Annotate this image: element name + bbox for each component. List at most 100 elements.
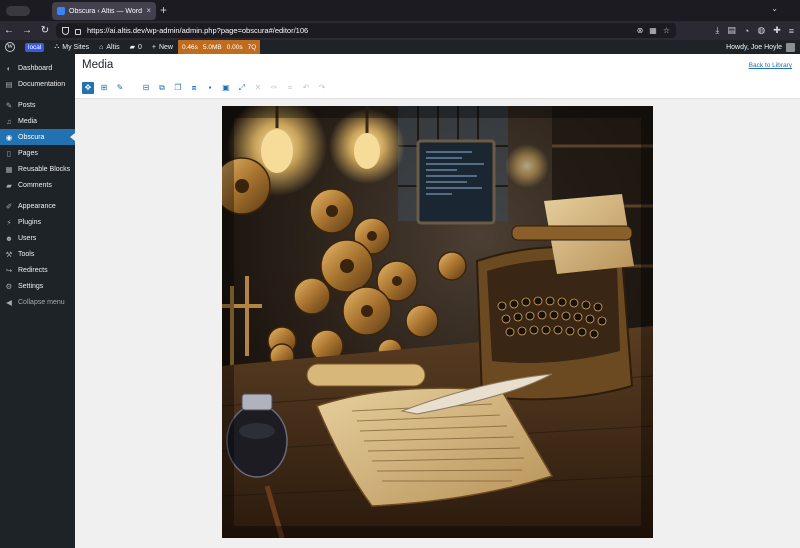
duplicate-icon[interactable]: ❐ [172,82,184,94]
admin-sidebar: ◐ Dashboard ▤ Documentation ✎ Posts ♫ Me… [0,54,75,548]
sidebar-item-label: Media [18,117,38,125]
browser-navbar: ← → ↻ https://ai.altis.dev/wp-admin/admi… [0,21,800,40]
delete-icon[interactable]: ✕ [252,82,264,94]
bookmark-star-icon[interactable]: ☆ [663,26,670,35]
address-bar[interactable]: https://ai.altis.dev/wp-admin/admin.php?… [56,23,676,38]
camera-icon: ◉ [5,132,13,142]
sidebar-item-label: Reusable Blocks [18,165,71,173]
window-controls[interactable] [6,6,30,16]
plus-icon: + [151,43,156,51]
steampunk-desk-image[interactable] [222,106,653,538]
undo-icon[interactable]: ↶ [300,82,312,94]
shield-icon[interactable] [62,26,69,35]
environment-badge: local [25,42,45,52]
crop-grid-icon[interactable]: ⊞ [98,82,110,94]
sidebar-item-label: Documentation [18,80,66,88]
wp-logo-menu[interactable]: W [0,40,20,54]
media-icon: ♫ [6,116,12,126]
sidebar-item-posts[interactable]: ✎ Posts [0,97,75,113]
page-icon: ▯ [6,148,12,158]
tab-close-icon[interactable]: × [146,7,151,15]
back-arrow-icon[interactable]: ← [0,21,18,40]
comments-menu[interactable]: ▰ 0 [125,40,147,54]
url-text[interactable]: https://ai.altis.dev/wp-admin/admin.php?… [87,26,631,35]
query-monitor-stats[interactable]: 0.46s 5.0MB 0.00s 7Q [178,40,261,54]
sidebar-item-dashboard[interactable]: ◐ Dashboard [0,60,75,76]
sidebar-item-label: Users [18,234,37,242]
sidebar-item-settings[interactable]: ⚙ Settings [0,278,75,294]
collapse-menu-button[interactable]: ◀ Collapse menu [0,294,75,310]
greeting: Howdy, Joe Hoyle [726,43,782,51]
sidebar-item-reusable-blocks[interactable]: ▦ Reusable Blocks [0,161,75,177]
sidebar-item-label: Settings [18,282,44,290]
layers-icon[interactable]: ⧈ [188,82,200,94]
brush-tool-icon[interactable]: ✎ [114,82,126,94]
tab-list-chevron-icon[interactable]: ⌄ [771,4,778,13]
browser-tab-strip: Obscura ‹ Altis — WordPress × + ⌄ [0,0,800,21]
wordpress-logo-icon: W [5,42,15,52]
sidebar-item-media[interactable]: ♫ Media [0,113,75,129]
redo-icon[interactable]: ↷ [316,82,328,94]
download-icon[interactable]: ⤓ [715,25,719,36]
back-to-library-link[interactable]: Back to Library [749,62,792,69]
reader-icon[interactable]: ▤ [727,25,736,36]
main-content: Media Back to Library ✥ ⊞ ✎ ⊟ ⧉ ❐ ⧈ ▪ ▣ … [75,54,800,548]
extension-grid-icon[interactable]: ▦ [649,26,657,35]
reload-icon[interactable]: ↻ [36,21,54,40]
align-vertical-icon[interactable]: ⊟ [140,82,152,94]
plug-icon: ⚡ [6,217,12,227]
perf-db-time: 0.00s [226,43,243,51]
my-account-menu[interactable]: Howdy, Joe Hoyle [726,40,795,54]
sidebar-item-plugins[interactable]: ⚡ Plugins [0,214,75,230]
container-icon[interactable]: ◍ [757,25,765,36]
forward-arrow-icon[interactable]: → [18,21,36,40]
user-icon: ☻ [5,233,13,243]
account-icon[interactable]: ◔ [744,26,749,36]
select-tool-icon[interactable]: ✥ [82,81,94,94]
pin-icon: ✎ [5,100,13,110]
home-icon: ⌂ [99,43,104,51]
sidebar-item-label: Pages [18,149,38,157]
sidebar-item-label: Posts [18,101,36,109]
new-content-menu[interactable]: + New [147,40,178,54]
lock-icon[interactable] [75,28,81,35]
page-title: Media [82,59,114,71]
permissions-icon[interactable]: ⊗ [637,26,644,35]
perf-query-count: 7Q [247,43,257,51]
sidebar-item-comments[interactable]: ▰ Comments [0,177,75,193]
new-tab-button[interactable]: + [160,3,167,17]
brush-icon: ✐ [5,201,13,211]
extensions-icon[interactable]: ✚ [773,25,781,36]
environment-badge-item[interactable]: local [20,40,49,54]
dashboard-icon: ◐ [6,63,12,73]
sidebar-item-users[interactable]: ☻ Users [0,230,75,246]
sidebar-item-label: Obscura [18,133,45,141]
browser-tab-active[interactable]: Obscura ‹ Altis — WordPress × [52,2,156,20]
sidebar-item-pages[interactable]: ▯ Pages [0,145,75,161]
align-horizontal-icon[interactable]: ⧉ [156,82,168,94]
comment-icon: ▰ [6,180,12,190]
sidebar-item-label: Appearance [18,202,56,210]
site-name-label: Altis [106,43,120,51]
app-menu-icon[interactable]: ≡ [789,26,794,36]
my-sites-label: My Sites [62,43,90,51]
redirect-icon: ↪ [5,265,13,275]
eyedropper-icon[interactable]: ✑ [268,82,280,94]
artwork-illustration [222,106,653,538]
site-name-menu[interactable]: ⌂ Altis [94,40,124,54]
sidebar-item-redirects[interactable]: ↪ Redirects [0,262,75,278]
sidebar-item-label: Comments [18,181,52,189]
tab-title: Obscura ‹ Altis — WordPress [69,7,143,15]
sidebar-item-documentation[interactable]: ▤ Documentation [0,76,75,92]
transform-icon[interactable]: ⌗ [284,82,296,94]
sidebar-item-tools[interactable]: ⚒ Tools [0,246,75,262]
sidebar-item-appearance[interactable]: ✐ Appearance [0,198,75,214]
editor-canvas[interactable] [75,99,800,548]
grid-view-icon[interactable]: ▪ [204,82,216,94]
sidebar-item-obscura[interactable]: ◉ Obscura [0,129,75,145]
expand-icon[interactable]: ⤢ [236,82,248,94]
blocks-icon: ▦ [5,164,13,174]
editor-toolbar: ✥ ⊞ ✎ ⊟ ⧉ ❐ ⧈ ▪ ▣ ⤢ ✕ ✑ ⌗ ↶ ↷ [75,77,800,99]
my-sites-menu[interactable]: ⛬ My Sites [49,40,94,54]
image-icon[interactable]: ▣ [220,82,232,94]
